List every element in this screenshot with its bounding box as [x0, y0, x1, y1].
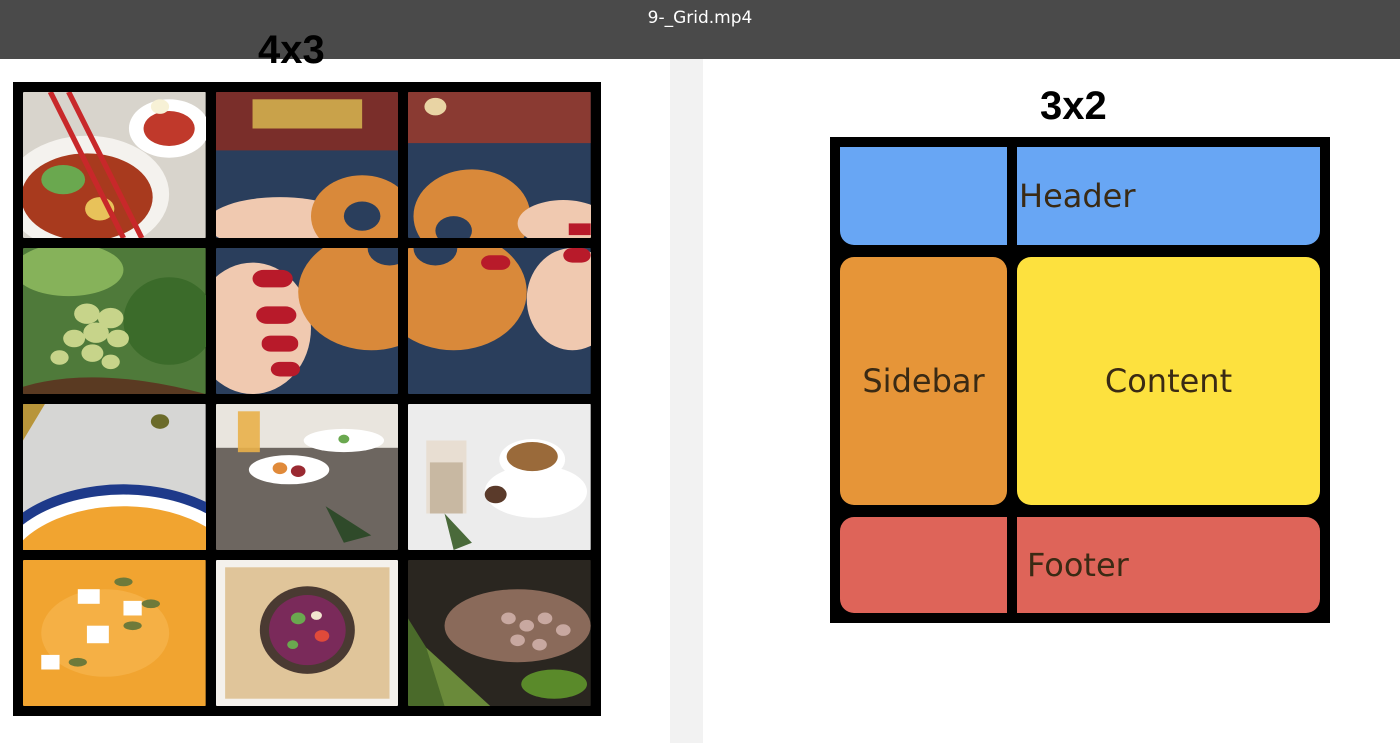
content-cell: Content	[1017, 257, 1320, 505]
header-label: Header	[1019, 177, 1136, 215]
ramen-bowl-photo	[23, 92, 206, 238]
layout-grid: Header Sidebar Content Footer	[830, 137, 1330, 623]
layout-grid-heading: 3x2	[1040, 84, 1107, 128]
donut-hands-top-right-photo	[408, 92, 591, 238]
panel-divider	[670, 59, 703, 743]
photo-grid	[13, 82, 601, 716]
coffee-cup-photo	[408, 404, 591, 550]
photo-grid-heading: 4x3	[258, 28, 325, 72]
content-label: Content	[1104, 362, 1233, 400]
header-cell-left	[840, 147, 1007, 245]
sidebar-cell: Sidebar	[840, 257, 1007, 505]
footer-cell: Footer	[1017, 517, 1320, 613]
footer-label: Footer	[1027, 546, 1129, 584]
pumpkin-soup-bowl-photo	[23, 404, 206, 550]
vegetable-market-photo	[408, 560, 591, 706]
donut-hands-top-center-photo	[215, 92, 399, 238]
header-cell: Header	[1017, 147, 1320, 245]
footer-cell-left	[840, 517, 1007, 613]
soup-with-seeds-photo	[23, 560, 206, 706]
donut-hands-middle-right-photo	[408, 248, 591, 394]
sidebar-label: Sidebar	[862, 362, 985, 400]
salad-bowl-board-photo	[215, 560, 399, 706]
window-title: 9-_Grid.mp4	[647, 8, 753, 28]
donut-hands-middle-center-photo	[215, 248, 399, 394]
window-title-bar: 9-_Grid.mp4	[0, 0, 1400, 59]
breakfast-table-photo	[215, 404, 399, 550]
grapes-vine-photo	[23, 248, 206, 394]
